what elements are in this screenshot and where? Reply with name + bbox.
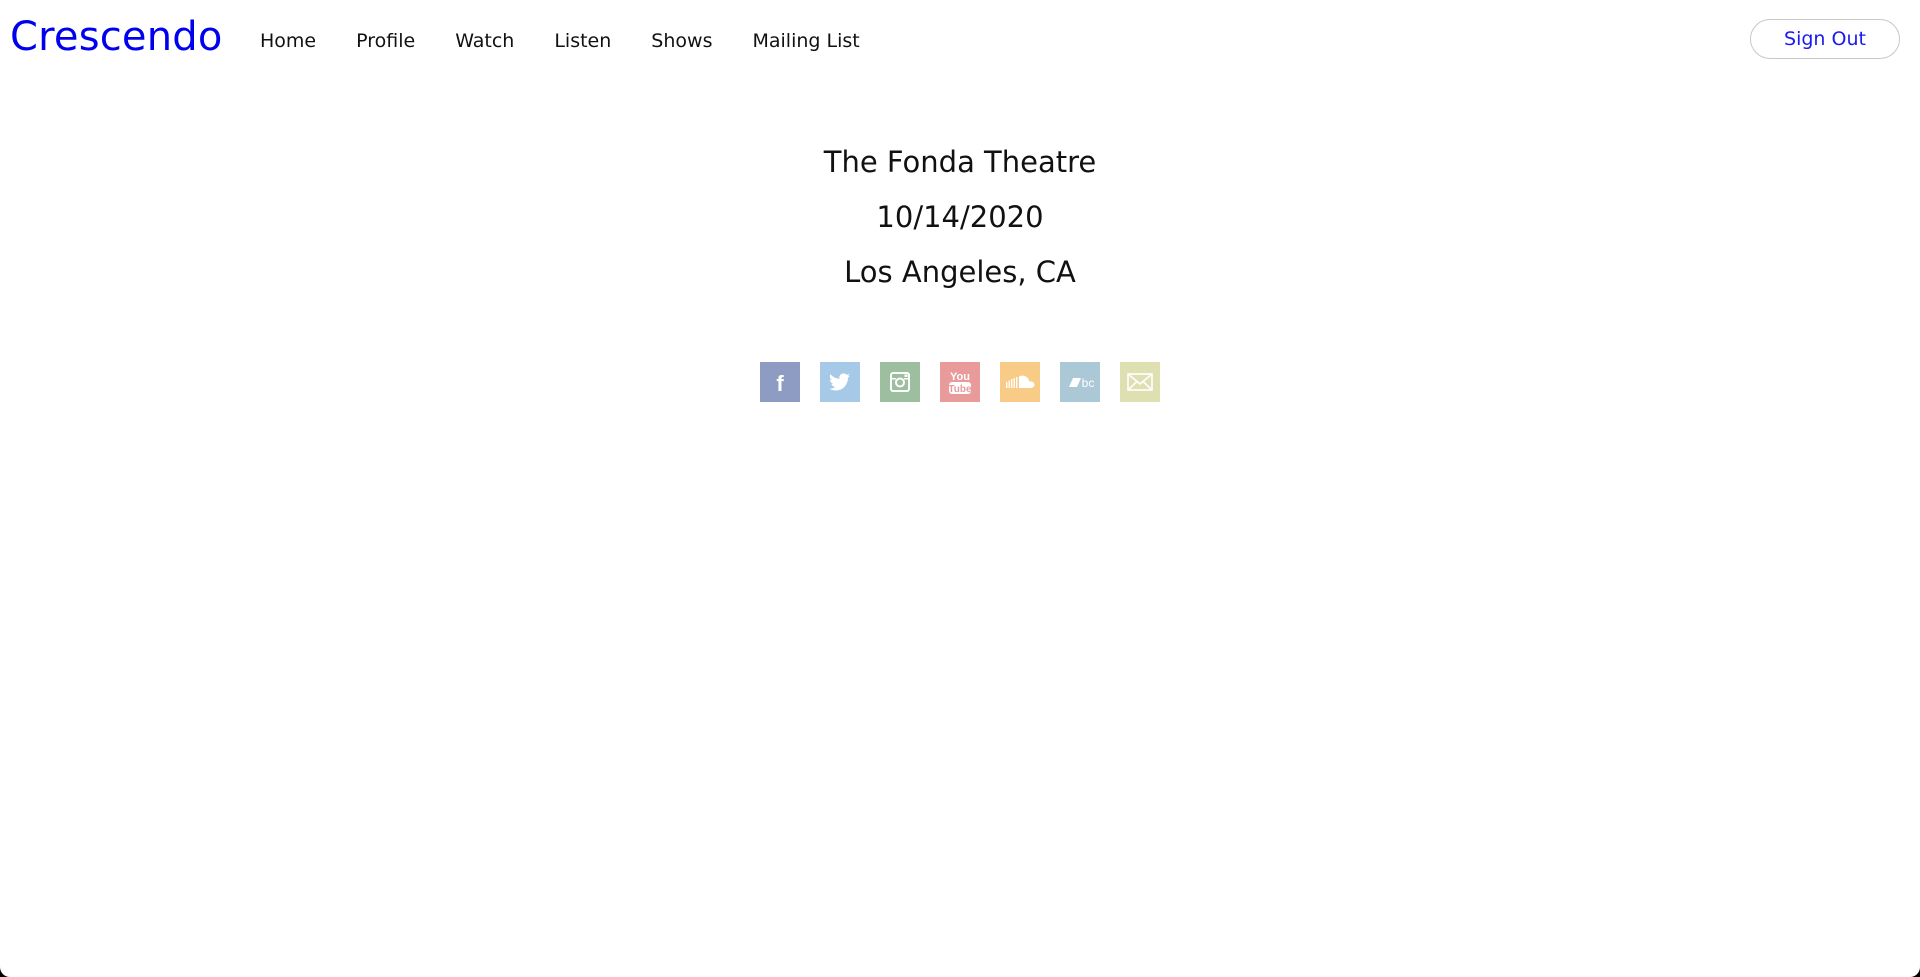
svg-text:bc: bc [1082, 376, 1095, 390]
svg-text:You: You [950, 371, 970, 383]
show-venue: The Fonda Theatre [823, 145, 1097, 179]
nav-link-mailing-list[interactable]: Mailing List [752, 26, 859, 56]
svg-text:Tube: Tube [948, 384, 972, 395]
nav-links: Home Profile Watch Listen Shows Mailing … [260, 26, 900, 56]
instagram-icon[interactable] [880, 362, 920, 402]
soundcloud-icon[interactable] [1000, 362, 1040, 402]
show-date: 10/14/2020 [876, 200, 1044, 234]
youtube-icon[interactable]: You Tube [940, 362, 980, 402]
nav-link-home[interactable]: Home [260, 26, 316, 56]
bandcamp-icon[interactable]: bc [1060, 362, 1100, 402]
nav-link-listen[interactable]: Listen [554, 26, 611, 56]
show-details: The Fonda Theatre 10/14/2020 Los Angeles… [0, 135, 1920, 300]
nav-link-profile[interactable]: Profile [356, 26, 415, 56]
show-location: Los Angeles, CA [844, 255, 1076, 289]
email-icon[interactable] [1120, 362, 1160, 402]
nav-link-shows[interactable]: Shows [651, 26, 712, 56]
page: Crescendo Home Profile Watch Listen Show… [0, 0, 1920, 977]
social-links: f You Tube bc [760, 362, 1160, 402]
navbar: Crescendo Home Profile Watch Listen Show… [0, 0, 1920, 80]
facebook-icon[interactable]: f [760, 362, 800, 402]
brand-logo-link[interactable]: Crescendo [10, 12, 223, 62]
sign-out-button[interactable]: Sign Out [1750, 19, 1900, 59]
twitter-icon[interactable] [820, 362, 860, 402]
svg-text:f: f [776, 371, 784, 396]
nav-link-watch[interactable]: Watch [455, 26, 514, 56]
